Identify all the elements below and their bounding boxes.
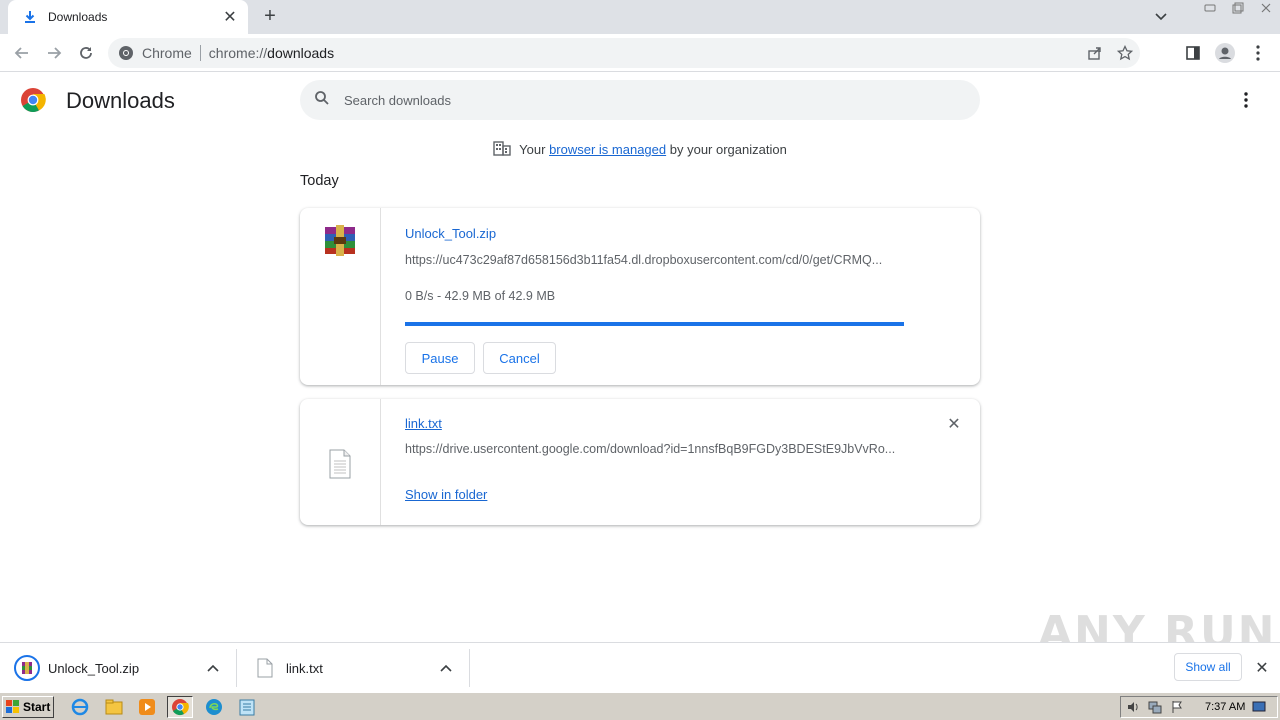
close-icon[interactable] — [1252, 0, 1280, 16]
tab-search-icon[interactable] — [1152, 8, 1170, 26]
search-icon — [314, 90, 330, 111]
building-icon — [493, 140, 511, 159]
download-progress-bar — [405, 322, 904, 326]
new-tab-icon[interactable]: + — [260, 5, 280, 27]
tab-strip: Downloads ✕ + — [0, 0, 1280, 34]
url-text: chrome://downloads — [208, 45, 335, 61]
managed-link[interactable]: browser is managed — [549, 142, 666, 157]
media-player-icon[interactable] — [134, 696, 160, 718]
show-in-folder-link[interactable]: Show in folder — [405, 487, 487, 502]
download-filename[interactable]: Unlock_Tool.zip — [405, 226, 496, 241]
shelf-divider — [236, 649, 237, 687]
page-title: Downloads — [66, 88, 175, 113]
window-controls — [1196, 0, 1280, 18]
download-url[interactable]: https://drive.usercontent.google.com/dow… — [405, 442, 905, 456]
share-icon[interactable] — [1086, 44, 1104, 62]
show-desktop-icon[interactable] — [1251, 699, 1267, 715]
chrome-logo-icon — [20, 87, 46, 113]
minimize-icon[interactable] — [1196, 0, 1224, 16]
chrome-menu-icon[interactable] — [1247, 42, 1269, 64]
notepad-icon[interactable] — [234, 696, 260, 718]
pause-button[interactable]: Pause — [405, 342, 475, 374]
file-explorer-icon[interactable] — [101, 696, 127, 718]
cancel-button[interactable]: Cancel — [483, 342, 556, 374]
start-label: Start — [23, 700, 51, 714]
managed-notice: Your browser is managed by your organiza… — [0, 140, 1280, 159]
network-icon[interactable] — [1147, 699, 1163, 715]
restore-icon[interactable] — [1224, 0, 1252, 16]
show-all-button[interactable]: Show all — [1174, 653, 1242, 681]
section-heading-today: Today — [300, 173, 339, 189]
forward-icon[interactable] — [43, 42, 65, 64]
managed-suffix: by your organization — [669, 142, 787, 157]
profile-avatar-icon[interactable] — [1214, 42, 1236, 64]
text-file-icon — [252, 655, 278, 681]
download-item: link.txt https://drive.usercontent.googl… — [300, 399, 980, 525]
search-downloads[interactable] — [300, 80, 980, 120]
more-actions-icon[interactable] — [1236, 90, 1256, 110]
managed-prefix: Your — [519, 142, 546, 157]
tab-close-icon[interactable]: ✕ — [222, 9, 238, 26]
reload-icon[interactable] — [75, 42, 97, 64]
download-progress-fill — [405, 322, 904, 326]
internet-explorer-icon[interactable] — [67, 696, 93, 718]
winrar-archive-icon — [323, 223, 357, 257]
shelf-item-name: link.txt — [286, 660, 323, 676]
chrome-taskbar-icon[interactable] — [167, 696, 193, 718]
text-file-icon — [323, 447, 357, 481]
browser-toolbar: Chrome chrome://downloads — [0, 34, 1280, 72]
windows-taskbar: Start 7:37 AM — [0, 692, 1280, 720]
chevron-up-icon[interactable] — [205, 660, 221, 676]
download-item: Unlock_Tool.zip https://uc473c29af87d658… — [300, 208, 980, 385]
taskbar-clock[interactable]: 7:37 AM — [1205, 701, 1245, 713]
site-label: Chrome — [142, 45, 192, 61]
windows-flag-icon — [6, 700, 20, 714]
chrome-site-icon — [118, 45, 134, 61]
chevron-up-icon[interactable] — [438, 660, 454, 676]
address-bar[interactable]: Chrome chrome://downloads — [108, 38, 1140, 68]
close-shelf-icon[interactable]: ✕ — [1252, 658, 1272, 678]
system-tray: 7:37 AM — [1120, 696, 1278, 718]
edge-icon[interactable] — [201, 696, 227, 718]
action-center-flag-icon[interactable] — [1169, 699, 1185, 715]
shelf-item[interactable]: Unlock_Tool.zip — [14, 643, 234, 693]
download-icon — [22, 9, 38, 25]
volume-icon[interactable] — [1125, 699, 1141, 715]
start-button[interactable]: Start — [2, 696, 54, 718]
download-status: 0 B/s - 42.9 MB of 42.9 MB — [405, 289, 556, 303]
tab-downloads[interactable]: Downloads ✕ — [8, 0, 248, 34]
shelf-item[interactable]: link.txt — [252, 643, 468, 693]
download-filename[interactable]: link.txt — [405, 416, 442, 431]
omnibox-separator — [199, 45, 201, 61]
shelf-chrome-file-icon — [14, 655, 40, 681]
tab-title: Downloads — [48, 10, 108, 24]
remove-download-icon[interactable]: ✕ — [944, 414, 964, 434]
search-input[interactable] — [344, 92, 944, 108]
downloads-header: Downloads — [0, 72, 1280, 128]
shelf-divider — [469, 649, 470, 687]
download-url[interactable]: https://uc473c29af87d658156d3b11fa54.dl.… — [405, 253, 905, 267]
download-shelf: Unlock_Tool.zip link.txt Show all ✕ — [0, 642, 1280, 692]
bookmark-star-icon[interactable] — [1116, 44, 1134, 62]
shelf-item-name: Unlock_Tool.zip — [48, 660, 140, 676]
side-panel-icon[interactable] — [1182, 42, 1204, 64]
back-icon[interactable] — [11, 42, 33, 64]
